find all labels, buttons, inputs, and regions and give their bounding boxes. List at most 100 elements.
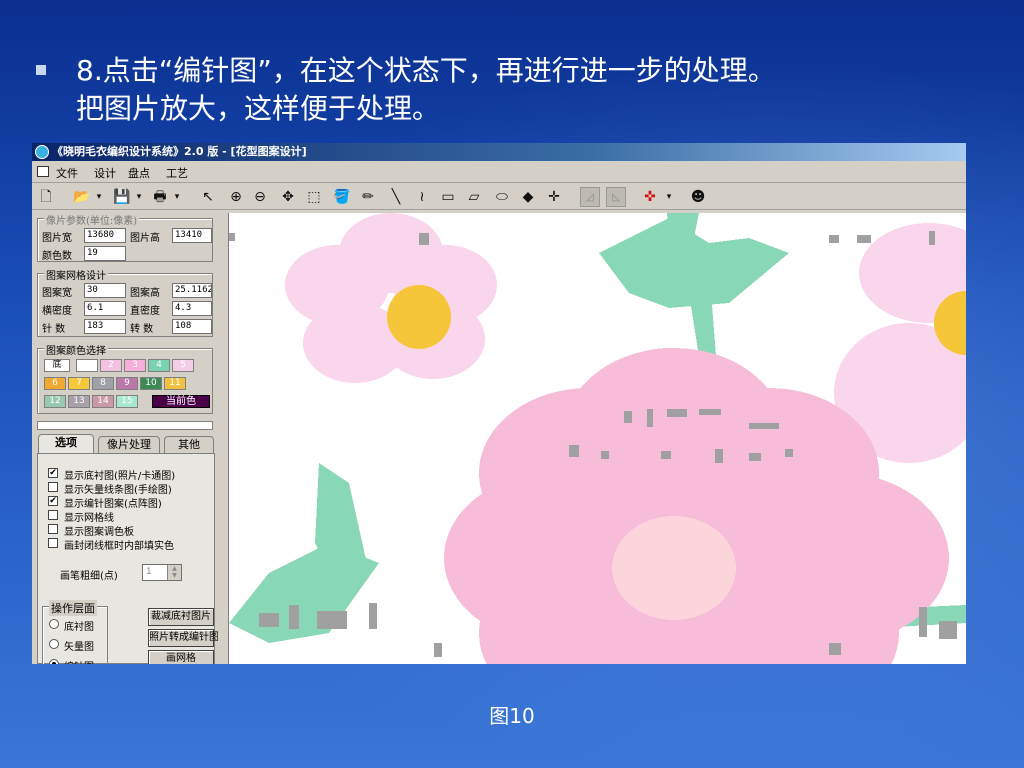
option-checkbox[interactable]: ✔ (48, 496, 58, 506)
color-swatch[interactable]: 13 (68, 395, 90, 408)
option-label[interactable]: 显示矢量线条图(手绘图) (64, 481, 172, 496)
chevron-down-icon[interactable]: ▾ (94, 187, 104, 207)
action-button[interactable]: 照片转成编针图 (148, 629, 219, 647)
line-icon[interactable]: ╲ (386, 187, 406, 207)
tab-photo-processing[interactable]: 像片处理 (98, 436, 160, 454)
chevron-down-icon[interactable]: ▾ (664, 187, 674, 207)
option-checkbox[interactable] (48, 482, 58, 492)
spinner-arrows-icon[interactable]: ▲ ▼ (167, 565, 181, 580)
layer-radio[interactable] (49, 639, 59, 649)
option-checkbox[interactable] (48, 510, 58, 520)
print-icon[interactable]: 🖶 (150, 187, 170, 207)
chevron-down-icon[interactable]: ▾ (134, 187, 144, 207)
pattern-height-field[interactable]: 25.1162 (172, 283, 212, 298)
ellipse-icon[interactable]: ⬭ (492, 187, 512, 207)
color-swatch[interactable]: 5 (172, 359, 194, 372)
zoom-out-icon[interactable]: ⊖ (250, 187, 270, 207)
layer-radio-label[interactable]: 编针图 (64, 658, 94, 664)
menu-design[interactable]: 设计 (94, 165, 116, 181)
flower-center (612, 516, 736, 620)
action-button[interactable]: 画网格 (148, 650, 214, 664)
color-swatch[interactable]: 4 (148, 359, 170, 372)
avatar-icon[interactable]: ☻ (688, 187, 708, 207)
noise-pixel (919, 607, 927, 637)
brush-size-value: 1 (146, 567, 152, 577)
image-width-field[interactable]: 13680 (84, 228, 126, 243)
option-label[interactable]: 显示图案调色板 (64, 523, 134, 538)
layer-radio[interactable] (49, 659, 59, 664)
pattern-width-field[interactable]: 30 (84, 283, 126, 298)
color-swatch[interactable]: 2 (100, 359, 122, 372)
needles-field[interactable]: 183 (84, 319, 126, 334)
noise-pixel (369, 603, 377, 629)
color-swatch[interactable]: 6 (44, 377, 66, 390)
option-label[interactable]: 显示网格线 (64, 509, 114, 524)
zoom-in-icon[interactable]: ⊕ (226, 187, 246, 207)
pencil-icon[interactable]: ✏ (358, 187, 378, 207)
menu-inventory[interactable]: 盘点 (128, 165, 150, 181)
color-count-field[interactable]: 19 (84, 246, 126, 261)
noise-pixel (661, 451, 671, 459)
color-swatch[interactable]: 12 (44, 395, 66, 408)
pin-icon[interactable]: ✜ (640, 187, 660, 207)
menu-file[interactable]: 文件 (56, 165, 78, 181)
brush-size-spinner[interactable]: 1 ▲ ▼ (142, 564, 182, 581)
figure-caption: 图10 (489, 704, 535, 728)
color-swatch[interactable]: 14 (92, 395, 114, 408)
document-icon (37, 166, 49, 177)
base-color-swatch[interactable]: 底 (44, 359, 70, 372)
option-checkbox[interactable] (48, 524, 58, 534)
pattern-height-label: 图案高 (130, 288, 160, 299)
options-panel: ✔ 显示底衬图(照片/卡通图) 显示矢量线条图(手绘图) ✔ 显示编针图案(点阵图) 显示… (37, 453, 219, 664)
color-select-group: 图案颜色选择 底 2 3 4 5 6 7 8 9 10 11 12 13 14 15 当前色 (37, 342, 213, 414)
color-swatch[interactable]: 3 (124, 359, 146, 372)
select-rect-icon[interactable]: ⬚ (304, 187, 324, 207)
color-swatch[interactable] (76, 359, 98, 372)
bullet-square-icon (36, 65, 46, 75)
pattern-canvas[interactable] (229, 213, 966, 664)
option-checkbox[interactable]: ✔ (48, 468, 58, 478)
vertical-density-field[interactable]: 4.3 (172, 301, 212, 316)
noise-pixel (929, 231, 935, 245)
left-panel: 像片参数(单位:像素) 图片宽 13680 图片高 13410 颜色数 19 图… (32, 210, 219, 664)
needles-label: 针 数 (42, 324, 66, 335)
save-icon[interactable]: 💾 (112, 187, 132, 207)
new-file-icon[interactable]: 🗋 (36, 187, 56, 207)
rows-field[interactable]: 108 (172, 319, 212, 334)
curve-icon[interactable]: ≀ (412, 187, 432, 207)
color-swatch[interactable]: 15 (116, 395, 138, 408)
image-height-field[interactable]: 13410 (172, 228, 212, 243)
option-label[interactable]: 画封闭线框时内部填实色 (64, 537, 174, 552)
color-swatch[interactable]: 11 (164, 377, 186, 390)
action-button[interactable]: 裁减底衬图片 (148, 608, 214, 626)
tab-options[interactable]: 选项 (38, 434, 94, 454)
crosshair-icon[interactable]: ✛ (544, 187, 564, 207)
image-params-group: 像片参数(单位:像素) 图片宽 13680 图片高 13410 颜色数 19 (37, 212, 213, 262)
layer-radio-label[interactable]: 矢量图 (64, 638, 94, 653)
noise-pixel (317, 611, 347, 629)
disabled-tool-icon: ◿ (580, 187, 600, 207)
color-swatch[interactable]: 8 (92, 377, 114, 390)
layer-radio-label[interactable]: 底衬图 (64, 618, 94, 633)
open-folder-icon[interactable]: 📂 (72, 187, 92, 207)
menu-craft[interactable]: 工艺 (166, 165, 188, 181)
color-swatch[interactable]: 7 (68, 377, 90, 390)
move-icon[interactable]: ✥ (278, 187, 298, 207)
noise-pixel (829, 643, 841, 655)
color-swatch[interactable]: 10 (140, 377, 162, 390)
noise-pixel (624, 411, 632, 423)
horizontal-density-field[interactable]: 6.1 (84, 301, 126, 316)
polygon-icon[interactable]: ▱ (464, 187, 484, 207)
option-label[interactable]: 显示底衬图(照片/卡通图) (64, 467, 175, 482)
layer-radio[interactable] (49, 619, 59, 629)
noise-pixel (229, 233, 235, 241)
option-label[interactable]: 显示编针图案(点阵图) (64, 495, 162, 510)
fill-bucket-icon[interactable]: 🪣 (332, 187, 352, 207)
option-checkbox[interactable] (48, 538, 58, 548)
rectangle-icon[interactable]: ▭ (438, 187, 458, 207)
paint-icon[interactable]: ◆ (518, 187, 538, 207)
color-swatch[interactable]: 9 (116, 377, 138, 390)
tab-other[interactable]: 其他 (164, 436, 214, 454)
pointer-icon[interactable]: ↖ (198, 187, 218, 207)
chevron-down-icon[interactable]: ▾ (172, 187, 182, 207)
